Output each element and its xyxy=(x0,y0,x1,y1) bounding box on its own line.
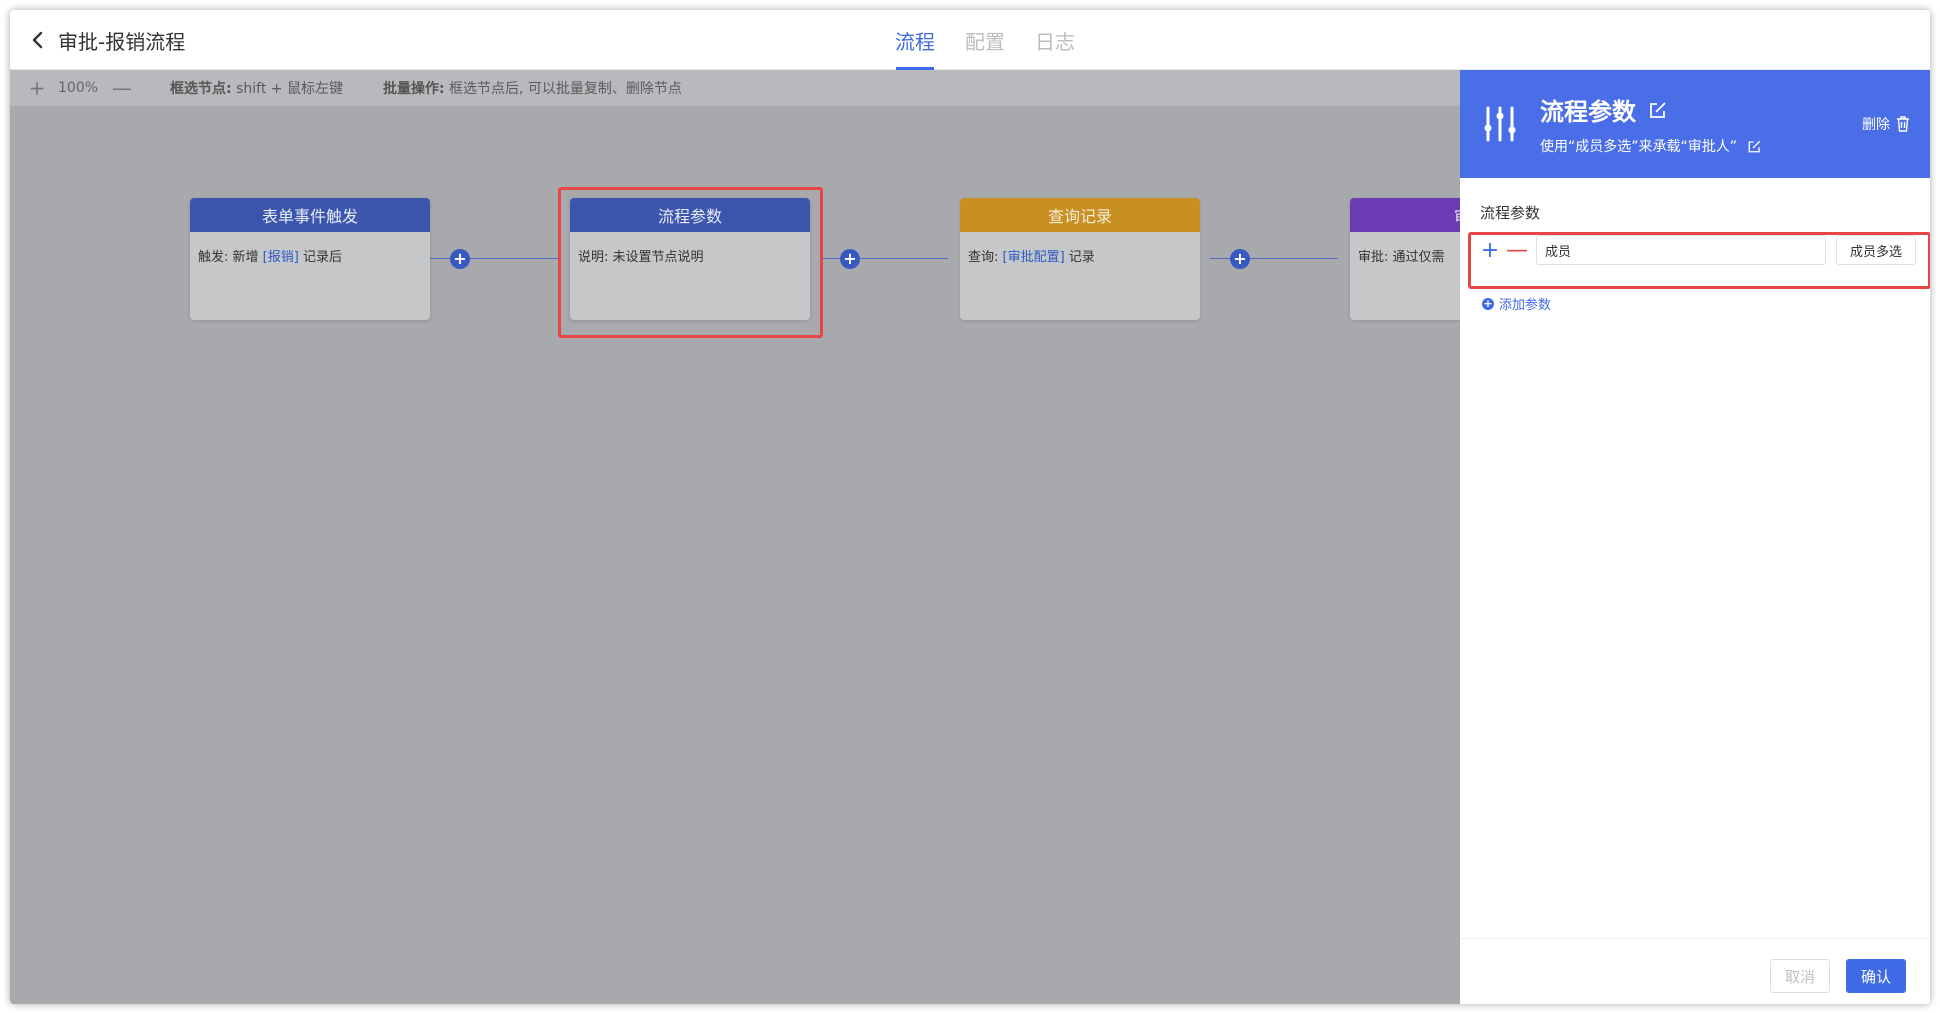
edit-icon[interactable] xyxy=(1648,100,1668,120)
delete-node-button[interactable]: 删除 xyxy=(1862,114,1910,134)
confirm-button[interactable]: 确认 xyxy=(1846,959,1906,993)
panel-title: 流程参数 xyxy=(1540,98,1636,126)
top-bar: 审批-报销流程 流程 配置 日志 xyxy=(10,10,1930,70)
node-desc-prefix: 审批: 通过仅需 xyxy=(1358,250,1445,265)
zoom-out-button[interactable]: — xyxy=(112,76,132,100)
hint-box-select-text: shift + 鼠标左键 xyxy=(236,81,343,97)
panel-footer: 取消 确认 xyxy=(1460,938,1930,1004)
add-param-link[interactable]: + 添加参数 xyxy=(1482,294,1551,313)
add-node-button[interactable]: + xyxy=(450,249,470,269)
edit-icon[interactable] xyxy=(1747,139,1762,154)
node-description: 触发: 新增 [报销] 记录后 xyxy=(190,232,430,279)
node-desc-suffix: 记录后 xyxy=(298,250,342,265)
hint-batch: 批量操作: 框选节点后, 可以批量复制、删除节点 xyxy=(383,78,682,98)
highlight-frame xyxy=(1468,232,1930,289)
panel-header: 流程参数 使用“成员多选”来承载“审批人” 删除 xyxy=(1460,70,1930,178)
panel-subtitle: 使用“成员多选”来承载“审批人” xyxy=(1540,139,1738,155)
node-title: 审批 xyxy=(1350,198,1460,232)
node-desc-suffix: 记录 xyxy=(1064,250,1095,265)
highlight-frame xyxy=(558,187,823,338)
node-desc-link[interactable]: [审批配置] xyxy=(1003,250,1065,265)
canvas-toolbar: + 100% — 框选节点: shift + 鼠标左键 批量操作: 框选节点后,… xyxy=(10,70,1460,106)
hint-batch-label: 批量操作: xyxy=(382,81,445,97)
add-node-button[interactable]: + xyxy=(1230,249,1250,269)
node-title: 表单事件触发 xyxy=(190,198,430,232)
node-title: 查询记录 xyxy=(960,198,1200,232)
sliders-icon xyxy=(1484,106,1516,142)
flow-node-query[interactable]: 查询记录 查询: [审批配置] 记录 xyxy=(960,198,1200,320)
cancel-button[interactable]: 取消 xyxy=(1770,959,1830,993)
node-config-panel: 流程参数 使用“成员多选”来承载“审批人” 删除 流程参数 + — 成员 成员多… xyxy=(1460,70,1930,1004)
hint-batch-text: 框选节点后, 可以批量复制、删除节点 xyxy=(449,81,682,97)
panel-subtitle-row: 使用“成员多选”来承载“审批人” xyxy=(1540,136,1762,156)
node-desc-prefix: 触发: 新增 xyxy=(198,250,263,265)
page-title: 审批-报销流程 xyxy=(58,29,186,54)
section-label: 流程参数 xyxy=(1480,204,1541,222)
node-description: 查询: [审批配置] 记录 xyxy=(960,232,1200,279)
flow-canvas[interactable]: + 100% — 框选节点: shift + 鼠标左键 批量操作: 框选节点后,… xyxy=(10,70,1460,1004)
app-window: 审批-报销流程 流程 配置 日志 + 100% — 框选节点: shift + … xyxy=(10,10,1930,1004)
plus-circle-icon: + xyxy=(1482,296,1494,310)
chevron-left-icon xyxy=(32,31,43,49)
flow-node-trigger[interactable]: 表单事件触发 触发: 新增 [报销] 记录后 xyxy=(190,198,430,320)
tab-flow[interactable]: 流程 xyxy=(880,10,950,70)
node-description: 审批: 通过仅需 xyxy=(1350,232,1460,279)
node-desc-prefix: 查询: xyxy=(968,250,1003,265)
back-button[interactable]: 审批-报销流程 xyxy=(28,26,185,54)
panel-title-row: 流程参数 xyxy=(1540,92,1668,127)
zoom-in-button[interactable]: + xyxy=(28,76,46,100)
zoom-level: 100% xyxy=(58,80,99,96)
delete-label: 删除 xyxy=(1862,117,1890,133)
hint-box-select-label: 框选节点: xyxy=(170,81,232,97)
hint-box-select: 框选节点: shift + 鼠标左键 xyxy=(170,78,343,98)
add-node-button[interactable]: + xyxy=(840,249,860,269)
tab-config[interactable]: 配置 xyxy=(950,10,1020,70)
flow-node-approval[interactable]: 审批 审批: 通过仅需 xyxy=(1350,198,1460,320)
add-param-label: 添加参数 xyxy=(1499,298,1552,313)
node-desc-link[interactable]: [报销] xyxy=(263,250,299,265)
tab-bar: 流程 配置 日志 xyxy=(880,10,1090,70)
tab-log[interactable]: 日志 xyxy=(1020,10,1090,70)
trash-icon xyxy=(1897,116,1909,132)
